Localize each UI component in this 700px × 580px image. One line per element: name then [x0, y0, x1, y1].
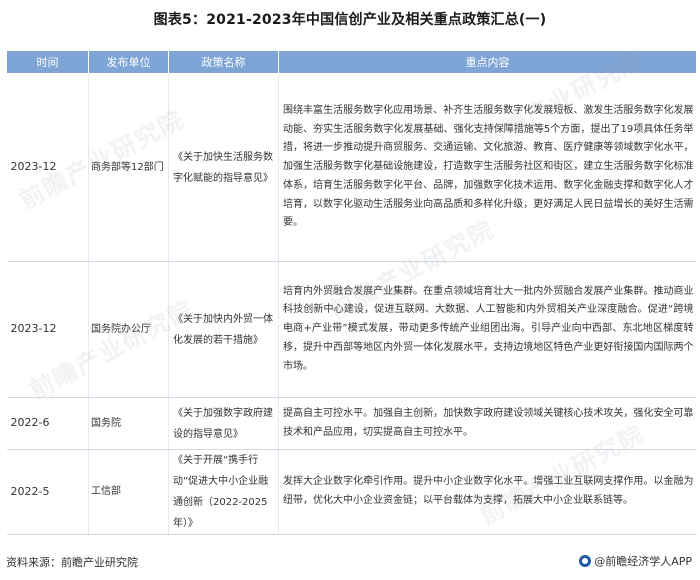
cell-time: 2022-5	[6, 449, 89, 535]
cell-policy: 《关于加快内外贸一体化发展的若干措施》	[168, 261, 279, 398]
header-content: 重点内容	[278, 50, 697, 74]
table-row: 2022-5 工信部 《关于开展“携手行动”促进大中小企业融通创新（2022-2…	[6, 449, 697, 535]
cell-content: 培育内外贸融合发展产业集群。在重点领域培育壮大一批内外贸融合发展产业集群。推动商…	[278, 261, 697, 398]
cell-unit: 工信部	[88, 449, 169, 535]
cell-content: 发挥大企业数字化牵引作用。提升中小企业数字化水平。增强工业互联网支撑作用。以金融…	[278, 449, 697, 535]
cell-content: 围绕丰富生活服务数字化应用场景、补齐生活服务数字化发展短板、激发生活服务数字化发…	[278, 73, 697, 262]
brand-label: @前瞻经济学人APP	[594, 555, 692, 568]
table-row: 2022-6 国务院 《关于加强数字政府建设的指导意见》 提高自主可控水平。加强…	[6, 397, 697, 450]
cell-time: 2023-12	[6, 73, 89, 262]
policy-table: 时间 发布单位 政策名称 重点内容 2023-12 商务部等12部门 《关于加快…	[6, 50, 697, 535]
cell-unit: 国务院办公厅	[88, 261, 169, 398]
cell-time: 2023-12	[6, 261, 89, 398]
table-header-row: 时间 发布单位 政策名称 重点内容	[6, 50, 697, 74]
header-time: 时间	[6, 50, 89, 74]
header-policy: 政策名称	[168, 50, 279, 74]
header-unit: 发布单位	[88, 50, 169, 74]
source-note: 资料来源：前瞻产业研究院	[6, 556, 138, 569]
table-row: 2023-12 国务院办公厅 《关于加快内外贸一体化发展的若干措施》 培育内外贸…	[6, 261, 697, 398]
cell-time: 2022-6	[6, 397, 89, 450]
cell-unit: 国务院	[88, 397, 169, 450]
cell-policy: 《关于开展“携手行动”促进大中小企业融通创新（2022-2025年）》	[168, 449, 279, 535]
cell-unit: 商务部等12部门	[88, 73, 169, 262]
brand-logo-icon	[579, 555, 592, 567]
cell-content: 提高自主可控水平。加强自主创新，加快数字政府建设领域关键核心技术攻关，强化安全可…	[278, 397, 697, 450]
cell-policy: 《关于加快生活服务数字化赋能的指导意见》	[168, 73, 279, 262]
table-row: 2023-12 商务部等12部门 《关于加快生活服务数字化赋能的指导意见》 围绕…	[6, 73, 697, 262]
page-title: 图表5：2021-2023年中国信创产业及相关重点政策汇总(一)	[153, 12, 547, 28]
brand-credit: @前瞻经济学人APP	[579, 553, 692, 569]
cell-policy: 《关于加强数字政府建设的指导意见》	[168, 397, 279, 450]
